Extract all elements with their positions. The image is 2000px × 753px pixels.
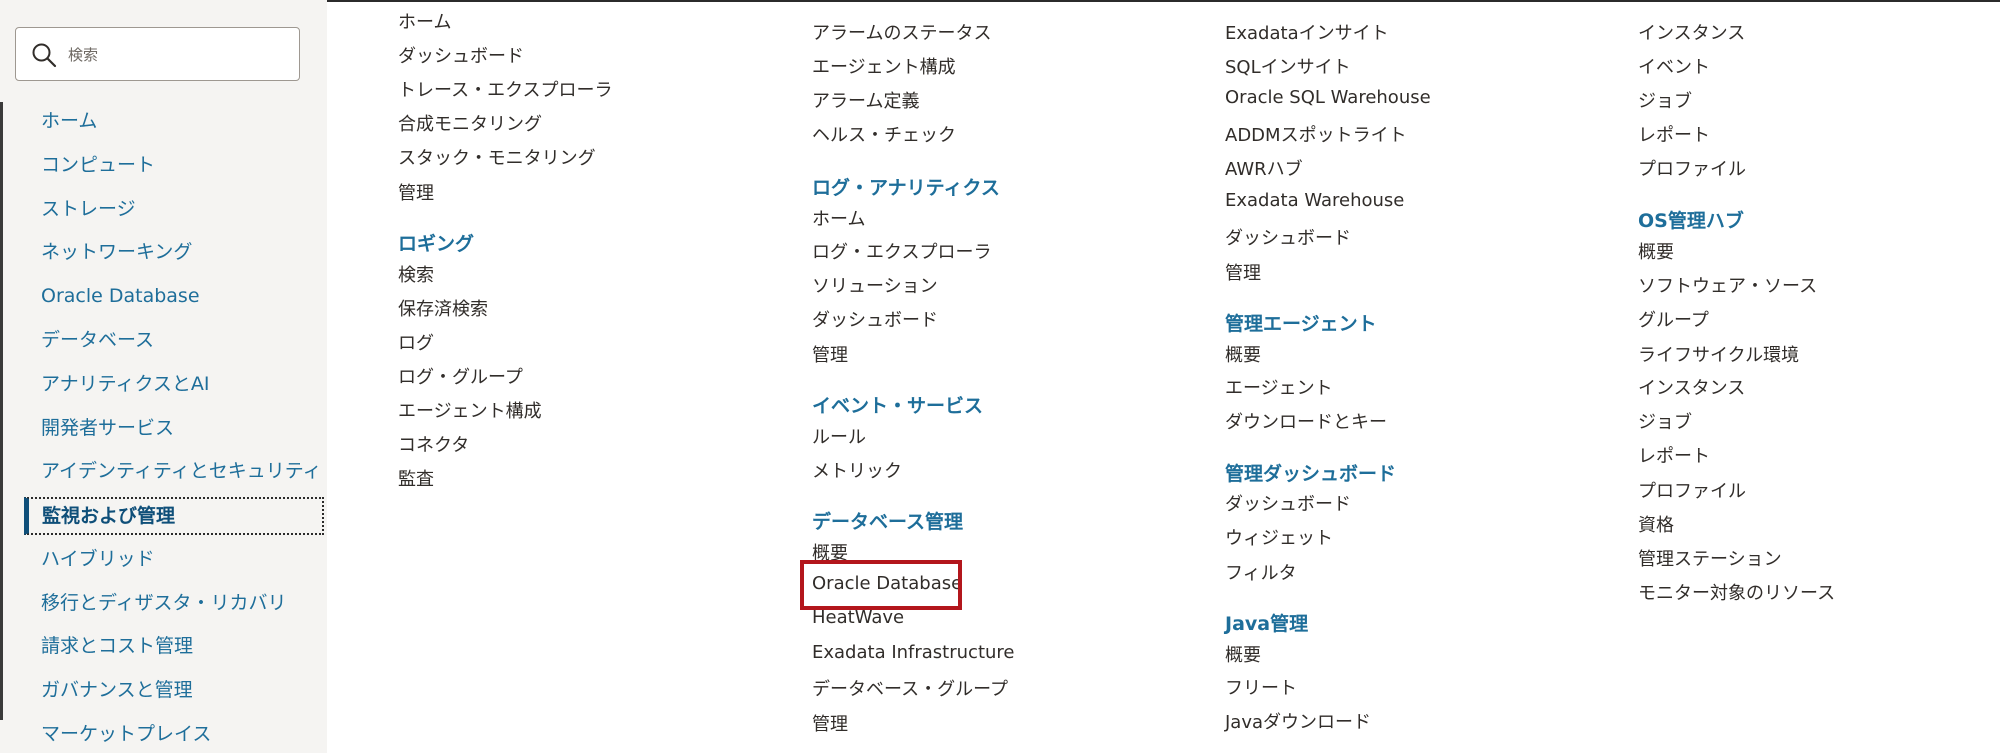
menu-link-reports[interactable]: レポート	[1638, 121, 1710, 147]
menu-link-lifecycle-environments[interactable]: ライフサイクル環境	[1638, 341, 1799, 367]
menu-link-instances[interactable]: インスタンス	[1638, 19, 1745, 45]
menu-link-fleets[interactable]: フリート	[1225, 674, 1297, 700]
menu-link-filters[interactable]: フィルタ	[1225, 559, 1297, 585]
sidebar-item-developer-services[interactable]: 開発者サービス	[24, 409, 324, 447]
menu-heading-management-dashboard: 管理ダッシュボード	[1225, 463, 1397, 485]
menu-link-ma-overview[interactable]: 概要	[1225, 341, 1261, 367]
menu-link-exadata-warehouse[interactable]: Exadata Warehouse	[1225, 190, 1404, 211]
sidebar-item-migration-dr[interactable]: 移行とディザスタ・リカバリ	[24, 584, 324, 622]
sidebar-item-hybrid[interactable]: ハイブリッド	[24, 540, 324, 578]
sidebar-scroll-rail[interactable]	[0, 102, 3, 720]
menu-link-alarm-definitions[interactable]: アラーム定義	[812, 87, 919, 113]
menu-link-sql-insights[interactable]: SQLインサイト	[1225, 53, 1351, 79]
menu-heading-database-management: データベース管理	[812, 511, 964, 533]
menu-link-profiles[interactable]: プロファイル	[1638, 155, 1746, 181]
sidebar-item-storage[interactable]: ストレージ	[24, 190, 324, 228]
menu-heading-management-agent: 管理エージェント	[1225, 313, 1377, 335]
menu-link-apm-home[interactable]: ホーム	[398, 8, 451, 34]
sidebar-item-observability-management[interactable]: 監視および管理	[24, 497, 324, 535]
sidebar-item-compute[interactable]: コンピュート	[24, 146, 324, 184]
menu-link-synthetic-monitoring[interactable]: 合成モニタリング	[398, 110, 542, 136]
menu-link-md-dashboards[interactable]: ダッシュボード	[1225, 490, 1351, 516]
menu-link-oracle-sql-warehouse[interactable]: Oracle SQL Warehouse	[1225, 87, 1431, 108]
menu-link-awr-hub[interactable]: AWRハブ	[1225, 155, 1303, 181]
menu-link-jobs[interactable]: ジョブ	[1638, 87, 1692, 113]
menu-link-exadata-infrastructure[interactable]: Exadata Infrastructure	[812, 642, 1015, 663]
menu-link-la-admin[interactable]: 管理	[812, 341, 848, 367]
menu-heading-java-management: Java管理	[1225, 613, 1309, 635]
menu-link-os-instances[interactable]: インスタンス	[1638, 374, 1745, 400]
menu-link-java-overview[interactable]: 概要	[1225, 641, 1261, 667]
menu-link-audit[interactable]: 監査	[398, 465, 434, 491]
menu-link-trace-explorer[interactable]: トレース・エクスプローラ	[398, 76, 613, 102]
app-window: ホーム コンピュート ストレージ ネットワーキング Oracle Databas…	[0, 0, 2000, 753]
menu-link-entitlements[interactable]: 資格	[1638, 511, 1674, 537]
menu-link-ops-insights-dashboards[interactable]: ダッシュボード	[1225, 224, 1351, 250]
menu-link-stack-monitoring[interactable]: スタック・モニタリング	[398, 144, 596, 170]
menu-link-dbm-oracle-database[interactable]: Oracle Database	[812, 573, 962, 594]
menu-link-os-profiles[interactable]: プロファイル	[1638, 477, 1746, 503]
menu-link-rules[interactable]: ルール	[812, 423, 866, 449]
menu-heading-logging: ロギング	[398, 233, 475, 255]
menu-link-saved-searches[interactable]: 保存済検索	[398, 295, 488, 321]
menu-link-os-overview[interactable]: 概要	[1638, 238, 1674, 264]
menu-link-solutions[interactable]: ソリューション	[812, 272, 938, 298]
sidebar-item-databases[interactable]: データベース	[24, 321, 324, 359]
menu-link-monitored-resources[interactable]: モニター対象のリソース	[1638, 579, 1835, 605]
menu-link-database-groups[interactable]: データベース・グループ	[812, 675, 1008, 701]
sidebar-item-marketplace[interactable]: マーケットプレイス	[24, 715, 324, 753]
menu-link-downloads-keys[interactable]: ダウンロードとキー	[1225, 408, 1387, 434]
menu-link-os-reports[interactable]: レポート	[1638, 442, 1710, 468]
menu-link-logging-agent-config[interactable]: エージェント構成	[398, 397, 542, 423]
search-icon	[32, 43, 57, 68]
sidebar-item-oracle-database[interactable]: Oracle Database	[24, 277, 324, 315]
menu-link-widgets[interactable]: ウィジェット	[1225, 524, 1333, 550]
sidebar-item-governance[interactable]: ガバナンスと管理	[24, 671, 324, 709]
sidebar-item-networking[interactable]: ネットワーキング	[24, 233, 324, 271]
menu-link-logs[interactable]: ログ	[398, 329, 434, 355]
menu-link-la-home[interactable]: ホーム	[812, 205, 865, 231]
menu-link-os-jobs[interactable]: ジョブ	[1638, 408, 1692, 434]
menu-link-log-groups[interactable]: ログ・グループ	[398, 363, 523, 389]
menu-heading-os-management-hub: OS管理ハブ	[1638, 210, 1744, 232]
top-border	[42, 0, 2000, 2]
menu-link-monitoring-agent-config[interactable]: エージェント構成	[812, 53, 956, 79]
menu-link-ops-insights-admin[interactable]: 管理	[1225, 259, 1261, 285]
menu-link-management-stations[interactable]: 管理ステーション	[1638, 545, 1782, 571]
menu-link-events[interactable]: イベント	[1638, 53, 1710, 79]
menu-link-alarm-status[interactable]: アラームのステータス	[812, 19, 991, 45]
menu-link-apm-dashboard[interactable]: ダッシュボード	[398, 42, 524, 68]
menu-link-health-checks[interactable]: ヘルス・チェック	[812, 121, 956, 147]
menu-link-addm-spotlight[interactable]: ADDMスポットライト	[1225, 121, 1407, 147]
search-input[interactable]	[68, 38, 288, 72]
sidebar-item-identity-security[interactable]: アイデンティティとセキュリティ	[24, 452, 324, 490]
sidebar-item-analytics-ai[interactable]: アナリティクスとAI	[24, 365, 324, 403]
menu-link-os-groups[interactable]: グループ	[1638, 306, 1709, 332]
menu-link-log-search[interactable]: 検索	[398, 261, 434, 287]
menu-link-dbm-overview[interactable]: 概要	[812, 539, 848, 565]
sidebar: ホーム コンピュート ストレージ ネットワーキング Oracle Databas…	[0, 0, 327, 753]
sidebar-item-billing-cost[interactable]: 請求とコスト管理	[24, 627, 324, 665]
menu-link-metrics[interactable]: メトリック	[812, 457, 902, 483]
menu-link-java-downloads[interactable]: Javaダウンロード	[1225, 708, 1371, 734]
search-box[interactable]	[15, 27, 300, 81]
menu-link-heatwave[interactable]: HeatWave	[812, 607, 904, 628]
menu-heading-log-analytics: ログ・アナリティクス	[812, 177, 1000, 199]
menu-link-apm-admin[interactable]: 管理	[398, 179, 434, 205]
menu-link-ma-agents[interactable]: エージェント	[1225, 374, 1333, 400]
menu-link-dbm-admin[interactable]: 管理	[812, 710, 848, 736]
sidebar-item-home[interactable]: ホーム	[24, 102, 324, 140]
menu-link-connectors[interactable]: コネクタ	[398, 431, 469, 457]
menu-link-log-explorer[interactable]: ログ・エクスプローラ	[812, 238, 991, 264]
menu-link-software-sources[interactable]: ソフトウェア・ソース	[1638, 272, 1817, 298]
menu-link-exadata-insights[interactable]: Exadataインサイト	[1225, 19, 1389, 45]
menu-link-la-dashboards[interactable]: ダッシュボード	[812, 306, 938, 332]
menu-heading-events-service: イベント・サービス	[812, 395, 984, 417]
